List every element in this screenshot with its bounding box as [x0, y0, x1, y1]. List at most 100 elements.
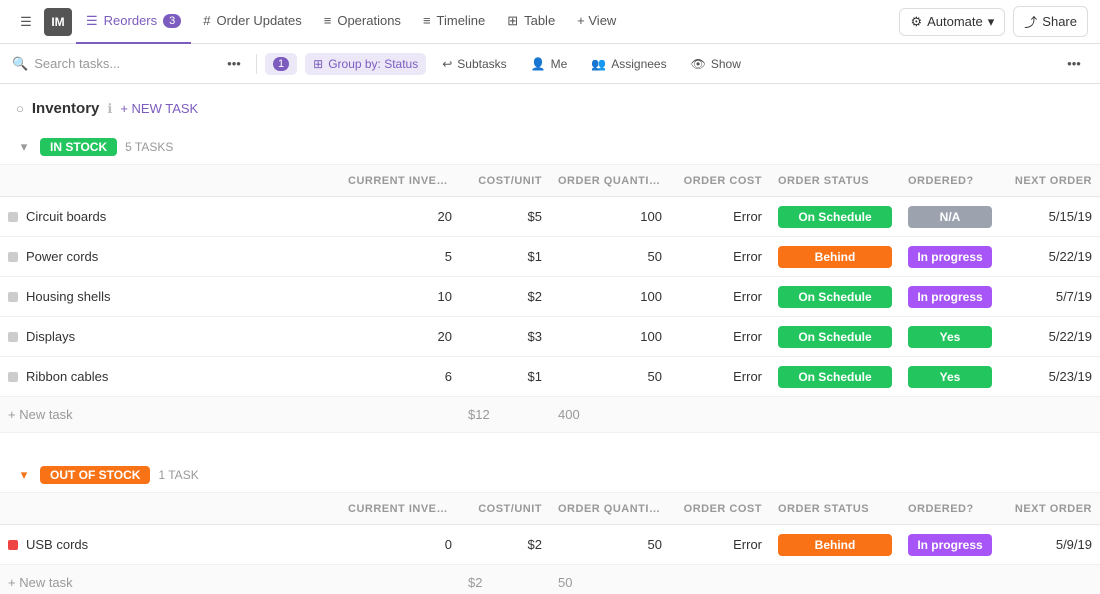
search-box[interactable]: 🔍 Search tasks...: [12, 56, 212, 72]
tab-order-updates[interactable]: # Order Updates: [193, 0, 312, 44]
subtasks-button[interactable]: ↩ Subtasks: [434, 53, 514, 75]
toolbar-options-icon[interactable]: •••: [1060, 50, 1088, 78]
ordered-pill: Yes: [908, 366, 992, 388]
data-cell-next-order: 5/15/19: [1000, 209, 1100, 224]
collapse-inventory-icon[interactable]: ○: [16, 101, 24, 116]
share-button[interactable]: ⤴ Share: [1013, 6, 1088, 37]
group-out-of-stock-toggle[interactable]: ▾: [16, 467, 32, 483]
out-of-stock-footer: + New task $2 50: [0, 565, 1100, 594]
col-order-qty: ORDER QUANTITY: [550, 175, 670, 187]
data-cell-ordered: N/A: [900, 206, 1000, 228]
data-cell-order-cost: Error: [670, 209, 770, 224]
group-in-stock-badge[interactable]: IN STOCK: [40, 138, 117, 156]
status-pill: On Schedule: [778, 366, 892, 388]
group-out-of-stock-count: 1 TASK: [158, 468, 198, 482]
share-label: Share: [1042, 14, 1077, 29]
group-by-label: Group by: Status: [328, 57, 418, 71]
search-icon: 🔍: [12, 56, 28, 72]
me-button[interactable]: 👤 Me: [523, 53, 576, 75]
task-name[interactable]: Displays: [26, 329, 75, 344]
table-row: Displays 20 $3 100 Error On Schedule Yes…: [0, 317, 1100, 357]
group-out-of-stock: ▾ OUT OF STOCK 1 TASK CURRENT INVEN... C…: [0, 457, 1100, 594]
task-name[interactable]: Ribbon cables: [26, 369, 108, 384]
task-dot: [8, 292, 18, 302]
group-in-stock-toggle[interactable]: ▾: [16, 139, 32, 155]
data-cell-status: On Schedule: [770, 206, 900, 228]
automate-icon: ⚙: [910, 14, 922, 30]
nav-right: ⚙ Automate ▾ ⤴ Share: [899, 6, 1088, 37]
data-cell-qty: 100: [550, 209, 670, 224]
task-dot: [8, 332, 18, 342]
group-by-button[interactable]: ⊞ Group by: Status: [305, 53, 426, 75]
group-out-of-stock-badge[interactable]: OUT OF STOCK: [40, 466, 150, 484]
task-dot: [8, 540, 18, 550]
app-logo: IM: [44, 8, 72, 36]
task-dot: [8, 372, 18, 382]
task-name[interactable]: USB cords: [26, 537, 88, 552]
sidebar-toggle-icon[interactable]: ☰: [12, 8, 40, 36]
col-headers-in-stock: CURRENT INVEN... COST/UNIT ORDER QUANTIT…: [0, 165, 1100, 197]
col-ordered: ORDERED?: [900, 175, 1000, 187]
show-button[interactable]: 👁 Show: [683, 53, 749, 75]
ordered-pill: In progress: [908, 246, 992, 268]
task-name-cell: Displays: [0, 329, 340, 344]
col-current-inv: CURRENT INVEN...: [340, 175, 460, 187]
tab-timeline[interactable]: ≡ Timeline: [413, 0, 495, 44]
tab-reorders[interactable]: ☰ Reorders 3: [76, 0, 191, 44]
toolbar: 🔍 Search tasks... ••• 1 ⊞ Group by: Stat…: [0, 44, 1100, 84]
group-in-stock: ▾ IN STOCK 5 TASKS CURRENT INVEN... COST…: [0, 129, 1100, 433]
task-name[interactable]: Housing shells: [26, 289, 111, 304]
tab-table-label: Table: [524, 13, 555, 28]
toolbar-more-icon[interactable]: •••: [220, 50, 248, 78]
tab-table[interactable]: ⊞ Table: [497, 0, 565, 44]
new-task-link-out-of-stock[interactable]: + New task: [0, 575, 340, 590]
search-placeholder: Search tasks...: [34, 56, 120, 71]
filter-button[interactable]: 1: [265, 53, 297, 75]
filter-count-badge: 1: [273, 57, 289, 71]
task-name-cell: USB cords: [0, 537, 340, 552]
inventory-header: ○ Inventory ℹ + NEW TASK: [0, 100, 1100, 129]
top-nav: ☰ IM ☰ Reorders 3 # Order Updates ≡ Oper…: [0, 0, 1100, 44]
tab-add-view[interactable]: + View: [567, 0, 626, 44]
in-stock-footer: + New task $12 400: [0, 397, 1100, 433]
group-icon: ⊞: [313, 57, 323, 71]
col-headers-out-of-stock: CURRENT INVEN... COST/UNIT ORDER QUANTIT…: [0, 493, 1100, 525]
task-name-cell: Ribbon cables: [0, 369, 340, 384]
group-in-stock-count: 5 TASKS: [125, 140, 173, 154]
assignees-button[interactable]: 👥 Assignees: [583, 53, 674, 75]
col-next-order: NEXT ORDER: [1000, 175, 1100, 187]
task-name-cell: Housing shells: [0, 289, 340, 304]
tab-operations[interactable]: ≡ Operations: [314, 0, 411, 44]
automate-button[interactable]: ⚙ Automate ▾: [899, 8, 1005, 36]
share-icon: ⤴: [1024, 12, 1037, 31]
reorders-badge: 3: [163, 14, 181, 28]
inventory-info-icon[interactable]: ℹ: [107, 101, 112, 117]
col-order-status: ORDER STATUS: [770, 175, 900, 187]
toolbar-divider: [256, 54, 257, 74]
subtasks-label: Subtasks: [457, 57, 506, 71]
nav-tabs: ☰ Reorders 3 # Order Updates ≡ Operation…: [76, 0, 895, 44]
automate-label: Automate: [927, 14, 983, 29]
new-task-link-in-stock[interactable]: + New task: [0, 407, 340, 422]
table-row: USB cords 0 $2 50 Error Behind In progre…: [0, 525, 1100, 565]
assignees-icon: 👥: [591, 57, 606, 71]
order-updates-icon: #: [203, 13, 210, 28]
tab-reorders-label: Reorders: [104, 13, 157, 28]
table-row: Housing shells 10 $2 100 Error On Schedu…: [0, 277, 1100, 317]
me-label: Me: [551, 57, 568, 71]
tab-operations-label: Operations: [337, 13, 401, 28]
subtasks-icon: ↩: [442, 57, 452, 71]
data-cell-cost: $5: [460, 209, 550, 224]
task-name[interactable]: Power cords: [26, 249, 98, 264]
group-out-of-stock-header: ▾ OUT OF STOCK 1 TASK: [0, 457, 1100, 493]
col-cost-unit: COST/UNIT: [460, 175, 550, 187]
status-pill: On Schedule: [778, 206, 892, 228]
show-icon: 👁: [691, 57, 706, 71]
timeline-icon: ≡: [423, 13, 431, 28]
new-task-button[interactable]: + NEW TASK: [120, 101, 198, 116]
task-dot: [8, 252, 18, 262]
table-row: Power cords 5 $1 50 Error Behind In prog…: [0, 237, 1100, 277]
ordered-pill: Yes: [908, 326, 992, 348]
status-pill: Behind: [778, 534, 892, 556]
task-name[interactable]: Circuit boards: [26, 209, 106, 224]
